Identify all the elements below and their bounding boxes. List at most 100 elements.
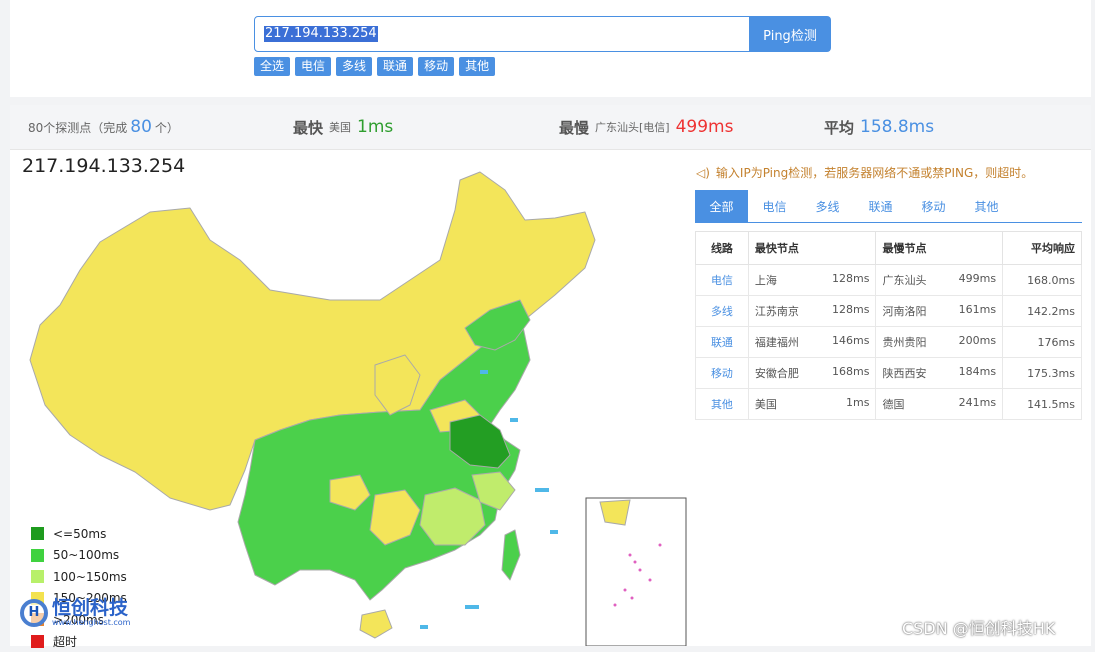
fastest-ms: 128ms xyxy=(832,303,869,316)
map-region-taiwan xyxy=(502,530,520,580)
line-filter-group: 全选 电信 多线 联通 移动 其他 xyxy=(254,57,495,76)
slowest-location: 广东汕头[电信] xyxy=(595,119,670,135)
slowest-ms: 241ms xyxy=(959,396,996,409)
row-average: 176ms xyxy=(1003,327,1082,358)
row-fastest-cell: 美国 1ms xyxy=(748,389,876,420)
row-line-link[interactable]: 移动 xyxy=(696,358,749,389)
row-slowest-cell: 广东汕头 499ms xyxy=(876,265,1003,296)
slowest-node: 陕西西安 xyxy=(882,367,926,380)
average-value: 158.8ms xyxy=(860,117,934,137)
fastest-node: 美国 xyxy=(755,398,777,411)
filter-unicom[interactable]: 联通 xyxy=(377,57,413,76)
ip-search-input[interactable]: 217.194.133.254 xyxy=(254,16,750,52)
slowest-ms: 499ms xyxy=(959,272,996,285)
fastest-ms: 128ms xyxy=(832,272,869,285)
legend-swatch xyxy=(31,570,44,583)
tab-unicom[interactable]: 联通 xyxy=(854,190,907,222)
ping-check-button[interactable]: Ping检测 xyxy=(749,16,831,52)
row-fastest-cell: 江苏南京 128ms xyxy=(748,296,876,327)
row-line-link[interactable]: 多线 xyxy=(696,296,749,327)
row-average: 175.3ms xyxy=(1003,358,1082,389)
legend-label: 50~100ms xyxy=(53,548,119,562)
header-line: 线路 xyxy=(696,232,749,265)
probe-count-prefix: 80个探测点（完成 xyxy=(28,119,127,136)
logo-mark: H xyxy=(20,599,48,627)
legend-item: 超时 xyxy=(31,631,127,652)
filter-multiline[interactable]: 多线 xyxy=(336,57,372,76)
south-china-sea-inset xyxy=(586,498,686,646)
row-slowest-cell: 陕西西安 184ms xyxy=(876,358,1003,389)
fastest-node: 安徽合肥 xyxy=(755,367,799,380)
fastest-node: 江苏南京 xyxy=(755,305,799,318)
fastest-value: 1ms xyxy=(357,117,393,137)
table-row: 多线 江苏南京 128ms 河南洛阳 161ms 142.2ms xyxy=(696,296,1082,327)
tab-telecom[interactable]: 电信 xyxy=(748,190,801,222)
map-ip-title: 217.194.133.254 xyxy=(22,155,185,177)
slowest-ms: 200ms xyxy=(959,334,996,347)
fastest-ms: 146ms xyxy=(832,334,869,347)
map-legend: <=50ms 50~100ms 100~150ms 150~200ms >200… xyxy=(31,523,127,652)
line-summary-table: 线路 最快节点 最慢节点 平均响应 电信 上海 128ms 广东汕头 499ms 1… xyxy=(695,231,1082,420)
header-fastest-node: 最快节点 xyxy=(748,232,876,265)
legend-label: <=50ms xyxy=(53,527,106,541)
fastest-label: 最快 xyxy=(293,117,323,138)
fastest-node: 上海 xyxy=(755,274,777,287)
legend-label: 超时 xyxy=(53,633,77,650)
fastest-ms: 1ms xyxy=(846,396,869,409)
tab-other[interactable]: 其他 xyxy=(960,190,1013,222)
row-slowest-cell: 河南洛阳 161ms xyxy=(876,296,1003,327)
filter-mobile[interactable]: 移动 xyxy=(418,57,454,76)
row-fastest-cell: 上海 128ms xyxy=(748,265,876,296)
probe-count-value: 80 xyxy=(130,117,152,137)
csdn-watermark: CSDN @恒创科技HK xyxy=(902,615,1055,639)
header-slowest-node: 最慢节点 xyxy=(876,232,1003,265)
tab-all[interactable]: 全部 xyxy=(695,190,748,222)
row-line-link[interactable]: 其他 xyxy=(696,389,749,420)
result-tabs: 全部 电信 多线 联通 移动 其他 xyxy=(695,190,1082,223)
header-average: 平均响应 xyxy=(1003,232,1082,265)
filter-other[interactable]: 其他 xyxy=(459,57,495,76)
row-slowest-cell: 德国241ms xyxy=(876,389,1003,420)
fastest-ms: 168ms xyxy=(832,365,869,378)
table-row: 移动 安徽合肥 168ms 陕西西安 184ms 175.3ms xyxy=(696,358,1082,389)
legend-swatch xyxy=(31,527,44,540)
slowest-ms: 184ms xyxy=(959,365,996,378)
map-region-hainan xyxy=(360,610,392,638)
fastest-location: 美国 xyxy=(329,119,351,135)
filter-select-all[interactable]: 全选 xyxy=(254,57,290,76)
fastest-stat: 最快美国 1ms xyxy=(293,105,393,149)
row-fastest-cell: 安徽合肥 168ms xyxy=(748,358,876,389)
row-line-link[interactable]: 电信 xyxy=(696,265,749,296)
table-row: 联通 福建福州 146ms 贵州贵阳 200ms 176ms xyxy=(696,327,1082,358)
legend-label: 100~150ms xyxy=(53,570,127,584)
table-header-row: 线路 最快节点 最慢节点 平均响应 xyxy=(696,232,1082,265)
notice-message: 输入IP为Ping检测，若服务器网络不通或禁PING，则超时。 xyxy=(716,166,1033,180)
table-row: 电信 上海 128ms 广东汕头 499ms 168.0ms xyxy=(696,265,1082,296)
average-stat: 平均 158.8ms xyxy=(824,105,934,149)
row-line-link[interactable]: 联通 xyxy=(696,327,749,358)
legend-item: 100~150ms xyxy=(31,566,127,588)
slowest-label: 最慢 xyxy=(559,117,589,138)
probe-count: 80个探测点（完成80个） xyxy=(28,105,179,149)
row-average: 142.2ms xyxy=(1003,296,1082,327)
tab-multiline[interactable]: 多线 xyxy=(801,190,854,222)
logo-url: www.henghost.com xyxy=(52,618,130,627)
legend-item: 50~100ms xyxy=(31,545,127,567)
row-average: 141.5ms xyxy=(1003,389,1082,420)
logo-text: 恒创科技 www.henghost.com xyxy=(52,598,130,627)
logo-name: 恒创科技 xyxy=(52,598,130,618)
table-row: 其他 美国 1ms 德国241ms 141.5ms xyxy=(696,389,1082,420)
row-average: 168.0ms xyxy=(1003,265,1082,296)
row-slowest-cell: 贵州贵阳 200ms xyxy=(876,327,1003,358)
stats-bar: 80个探测点（完成80个） 最快美国 1ms 最慢广东汕头[电信]499ms 平均… xyxy=(10,105,1091,150)
slowest-node: 河南洛阳 xyxy=(882,305,926,318)
filter-telecom[interactable]: 电信 xyxy=(295,57,331,76)
fastest-node: 福建福州 xyxy=(755,336,799,349)
slowest-node: 广东汕头 xyxy=(882,274,926,287)
tab-mobile[interactable]: 移动 xyxy=(907,190,960,222)
slowest-ms: 161ms xyxy=(959,303,996,316)
legend-item: <=50ms xyxy=(31,523,127,545)
slowest-stat: 最慢广东汕头[电信]499ms xyxy=(559,105,733,149)
slowest-node: 贵州贵阳 xyxy=(882,336,926,349)
average-label: 平均 xyxy=(824,117,854,138)
